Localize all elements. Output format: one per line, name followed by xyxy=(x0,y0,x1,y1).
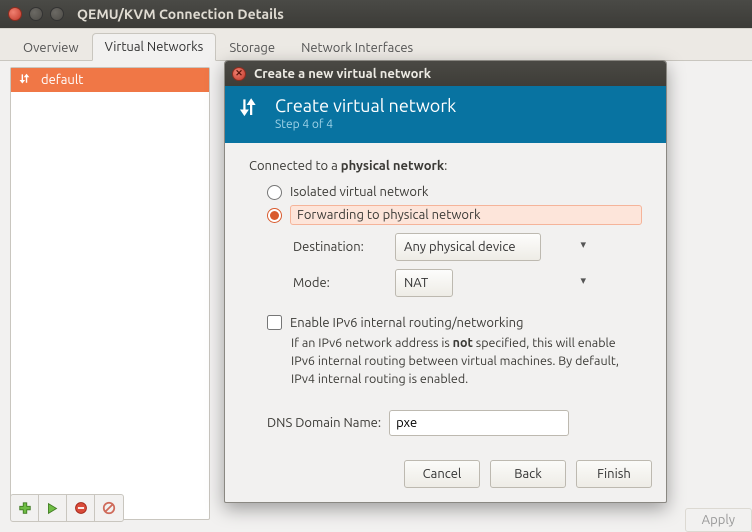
tabs-row: Overview Virtual Networks Storage Networ… xyxy=(0,29,752,61)
tab-overview[interactable]: Overview xyxy=(10,34,92,61)
ipv6-help-text: If an IPv6 network address is not specif… xyxy=(291,334,642,388)
ipv6-help-bold: not xyxy=(453,336,473,350)
window-maximize-icon[interactable] xyxy=(50,7,64,21)
play-icon xyxy=(46,502,59,515)
mode-row: Mode: NAT xyxy=(293,269,642,297)
add-network-button[interactable] xyxy=(11,495,39,521)
tab-network-interfaces[interactable]: Network Interfaces xyxy=(288,34,426,61)
heading-prefix: Connected to a xyxy=(249,159,341,173)
dialog-button-row: Cancel Back Finish xyxy=(225,450,666,502)
radio-isolated-input[interactable] xyxy=(267,185,282,200)
dns-label: DNS Domain Name: xyxy=(267,416,381,430)
dialog-titlebar: ✕ Create a new virtual network xyxy=(225,61,666,86)
dialog-body: Connected to a physical network: Isolate… xyxy=(225,143,666,450)
connected-heading: Connected to a physical network: xyxy=(249,159,642,173)
ipv6-checkbox-row[interactable]: Enable IPv6 internal routing/networking xyxy=(267,315,642,330)
delete-network-button[interactable] xyxy=(95,495,123,521)
destination-dropdown[interactable]: Any physical device xyxy=(395,233,541,261)
dns-domain-input[interactable] xyxy=(389,410,569,436)
mode-label: Mode: xyxy=(293,276,385,290)
destination-label: Destination: xyxy=(293,240,385,254)
network-list-item[interactable]: default xyxy=(11,68,209,92)
window-minimize-icon[interactable] xyxy=(29,7,43,21)
stop-network-button[interactable] xyxy=(67,495,95,521)
network-updown-icon xyxy=(19,73,33,87)
parent-window-titlebar: QEMU/KVM Connection Details xyxy=(0,0,752,28)
create-network-dialog: ✕ Create a new virtual network Create vi… xyxy=(224,60,667,503)
stop-icon xyxy=(74,501,88,515)
radio-forward-label: Forwarding to physical network xyxy=(290,205,642,225)
radio-forward-input[interactable] xyxy=(267,208,282,223)
radio-isolated[interactable]: Isolated virtual network xyxy=(267,183,642,201)
network-item-label: default xyxy=(41,73,83,87)
ipv6-checkbox-label: Enable IPv6 internal routing/networking xyxy=(290,316,524,330)
tab-virtual-networks[interactable]: Virtual Networks xyxy=(92,33,217,61)
back-button[interactable]: Back xyxy=(490,460,566,488)
dialog-step-label: Step 4 of 4 xyxy=(275,118,456,131)
dns-row: DNS Domain Name: xyxy=(267,410,642,436)
dialog-banner-title: Create virtual network xyxy=(275,96,456,116)
tab-storage[interactable]: Storage xyxy=(216,34,288,61)
cancel-button[interactable]: Cancel xyxy=(404,460,480,488)
plus-icon xyxy=(18,501,32,515)
apply-button: Apply xyxy=(685,508,752,532)
heading-bold: physical network xyxy=(341,159,444,173)
destination-row: Destination: Any physical device xyxy=(293,233,642,261)
ipv6-checkbox[interactable] xyxy=(267,315,282,330)
dialog-close-icon[interactable]: ✕ xyxy=(232,67,246,81)
network-toolbar xyxy=(10,494,124,522)
no-entry-icon xyxy=(102,501,116,515)
radio-forward[interactable]: Forwarding to physical network xyxy=(267,205,642,225)
ipv6-help-pre: If an IPv6 network address is xyxy=(291,336,453,350)
window-title: QEMU/KVM Connection Details xyxy=(77,6,284,22)
radio-isolated-label: Isolated virtual network xyxy=(290,183,428,201)
network-updown-icon xyxy=(239,96,263,124)
mode-dropdown[interactable]: NAT xyxy=(395,269,453,297)
heading-suffix: : xyxy=(444,159,447,173)
network-list: default xyxy=(10,67,210,520)
dialog-title: Create a new virtual network xyxy=(254,67,431,81)
start-network-button[interactable] xyxy=(39,495,67,521)
dialog-banner: Create virtual network Step 4 of 4 xyxy=(225,86,666,143)
window-close-icon[interactable] xyxy=(8,7,22,21)
finish-button[interactable]: Finish xyxy=(576,460,652,488)
